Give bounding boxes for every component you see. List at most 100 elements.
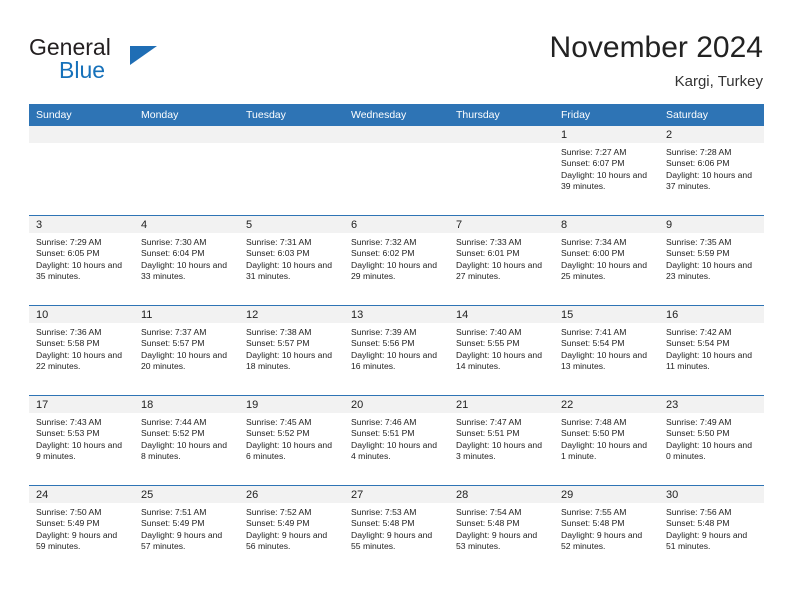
sunrise-text: Sunrise: 7:54 AM bbox=[456, 507, 522, 517]
calendar-day-cell[interactable]: 11 Sunrise: 7:37 AM Sunset: 5:57 PM Dayligh… bbox=[134, 305, 239, 396]
calendar-day-cell[interactable]: 17 Sunrise: 7:43 AM Sunset: 5:53 PM Dayligh… bbox=[29, 395, 134, 486]
calendar-day-cell[interactable]: 9 Sunrise: 7:35 AM Sunset: 5:59 PM Daylight… bbox=[659, 215, 764, 306]
sunset-text: Sunset: 6:05 PM bbox=[36, 248, 100, 259]
calendar-day-cell[interactable]: 7 Sunrise: 7:33 AM Sunset: 6:01 PM Daylight… bbox=[449, 215, 554, 306]
calendar-day-cell[interactable]: 13 Sunrise: 7:39 AM Sunset: 5:56 PM Dayligh… bbox=[344, 305, 449, 396]
day-number bbox=[449, 126, 554, 143]
day-number: 21 bbox=[449, 396, 554, 413]
sunset-text: Sunset: 5:59 PM bbox=[666, 248, 730, 259]
calendar-day-cell[interactable]: 2 Sunrise: 7:28 AM Sunset: 6:06 PM Daylight… bbox=[659, 126, 764, 216]
daylight-text: Daylight: 10 hours and 9 minutes. bbox=[36, 439, 122, 462]
calendar-day-cell[interactable]: 29 Sunrise: 7:55 AM Sunset: 5:48 PM Dayligh… bbox=[554, 485, 659, 575]
sunset-text: Sunset: 5:48 PM bbox=[351, 518, 415, 529]
daylight-text: Daylight: 10 hours and 11 minutes. bbox=[666, 349, 752, 372]
day-number: 22 bbox=[554, 396, 659, 413]
day-number bbox=[344, 126, 449, 143]
day-number: 1 bbox=[554, 126, 659, 143]
weekday-header-sunday: Sunday bbox=[29, 104, 134, 126]
calendar-day-cell-empty bbox=[239, 126, 344, 216]
day-details: Sunrise: 7:43 AM Sunset: 5:53 PM Daylight:… bbox=[29, 413, 134, 462]
day-number: 19 bbox=[239, 396, 344, 413]
daylight-text: Daylight: 10 hours and 39 minutes. bbox=[561, 169, 647, 192]
day-details: Sunrise: 7:54 AM Sunset: 5:48 PM Daylight:… bbox=[449, 503, 554, 552]
sunrise-text: Sunrise: 7:52 AM bbox=[246, 507, 312, 517]
calendar-week-row: 24 Sunrise: 7:50 AM Sunset: 5:49 PM Dayligh… bbox=[29, 485, 764, 575]
sunset-text: Sunset: 5:48 PM bbox=[666, 518, 730, 529]
day-details: Sunrise: 7:48 AM Sunset: 5:50 PM Daylight:… bbox=[554, 413, 659, 462]
day-number: 27 bbox=[344, 486, 449, 503]
day-details: Sunrise: 7:32 AM Sunset: 6:02 PM Daylight:… bbox=[344, 233, 449, 282]
sunset-text: Sunset: 6:01 PM bbox=[456, 248, 520, 259]
sunset-text: Sunset: 6:07 PM bbox=[561, 158, 625, 169]
calendar-day-cell[interactable]: 14 Sunrise: 7:40 AM Sunset: 5:55 PM Dayligh… bbox=[449, 305, 554, 396]
calendar-week-row: 1 Sunrise: 7:27 AM Sunset: 6:07 PM Daylight… bbox=[29, 126, 764, 216]
calendar-day-cell[interactable]: 28 Sunrise: 7:54 AM Sunset: 5:48 PM Dayligh… bbox=[449, 485, 554, 575]
day-number: 10 bbox=[29, 306, 134, 323]
day-number: 15 bbox=[554, 306, 659, 323]
general-blue-logo[interactable]: General Blue bbox=[29, 34, 259, 96]
daylight-text: Daylight: 10 hours and 22 minutes. bbox=[36, 349, 122, 372]
day-details: Sunrise: 7:34 AM Sunset: 6:00 PM Daylight:… bbox=[554, 233, 659, 282]
daylight-text: Daylight: 10 hours and 18 minutes. bbox=[246, 349, 332, 372]
sunrise-text: Sunrise: 7:33 AM bbox=[456, 237, 522, 247]
sunrise-text: Sunrise: 7:29 AM bbox=[36, 237, 102, 247]
daylight-text: Daylight: 10 hours and 8 minutes. bbox=[141, 439, 227, 462]
sunrise-text: Sunrise: 7:56 AM bbox=[666, 507, 732, 517]
sunrise-text: Sunrise: 7:31 AM bbox=[246, 237, 312, 247]
calendar-day-cell[interactable]: 15 Sunrise: 7:41 AM Sunset: 5:54 PM Dayligh… bbox=[554, 305, 659, 396]
day-details: Sunrise: 7:47 AM Sunset: 5:51 PM Daylight:… bbox=[449, 413, 554, 462]
daylight-text: Daylight: 10 hours and 0 minutes. bbox=[666, 439, 752, 462]
calendar-day-cell[interactable]: 19 Sunrise: 7:45 AM Sunset: 5:52 PM Dayligh… bbox=[239, 395, 344, 486]
calendar-day-cell[interactable]: 10 Sunrise: 7:36 AM Sunset: 5:58 PM Dayligh… bbox=[29, 305, 134, 396]
calendar-day-cell[interactable]: 30 Sunrise: 7:56 AM Sunset: 5:48 PM Dayligh… bbox=[659, 485, 764, 575]
day-number: 20 bbox=[344, 396, 449, 413]
calendar-day-cell[interactable]: 12 Sunrise: 7:38 AM Sunset: 5:57 PM Dayligh… bbox=[239, 305, 344, 396]
calendar-week-row: 10 Sunrise: 7:36 AM Sunset: 5:58 PM Dayligh… bbox=[29, 305, 764, 396]
day-number: 11 bbox=[134, 306, 239, 323]
calendar-day-cell[interactable]: 25 Sunrise: 7:51 AM Sunset: 5:49 PM Dayligh… bbox=[134, 485, 239, 575]
calendar-day-cell[interactable]: 20 Sunrise: 7:46 AM Sunset: 5:51 PM Dayligh… bbox=[344, 395, 449, 486]
sunset-text: Sunset: 6:00 PM bbox=[561, 248, 625, 259]
daylight-text: Daylight: 10 hours and 6 minutes. bbox=[246, 439, 332, 462]
calendar-day-cell[interactable]: 23 Sunrise: 7:49 AM Sunset: 5:50 PM Dayligh… bbox=[659, 395, 764, 486]
daylight-text: Daylight: 10 hours and 37 minutes. bbox=[666, 169, 752, 192]
day-number: 9 bbox=[659, 216, 764, 233]
calendar-day-cell[interactable]: 6 Sunrise: 7:32 AM Sunset: 6:02 PM Daylight… bbox=[344, 215, 449, 306]
calendar-day-cell[interactable]: 24 Sunrise: 7:50 AM Sunset: 5:49 PM Dayligh… bbox=[29, 485, 134, 575]
sunrise-text: Sunrise: 7:28 AM bbox=[666, 147, 732, 157]
calendar-day-cell[interactable]: 26 Sunrise: 7:52 AM Sunset: 5:49 PM Dayligh… bbox=[239, 485, 344, 575]
day-number: 17 bbox=[29, 396, 134, 413]
day-number: 14 bbox=[449, 306, 554, 323]
daylight-text: Daylight: 9 hours and 51 minutes. bbox=[666, 529, 748, 552]
sunrise-text: Sunrise: 7:45 AM bbox=[246, 417, 312, 427]
sunset-text: Sunset: 5:49 PM bbox=[36, 518, 100, 529]
sunrise-text: Sunrise: 7:37 AM bbox=[141, 327, 207, 337]
day-details: Sunrise: 7:51 AM Sunset: 5:49 PM Daylight:… bbox=[134, 503, 239, 552]
calendar-day-cell[interactable]: 21 Sunrise: 7:47 AM Sunset: 5:51 PM Dayligh… bbox=[449, 395, 554, 486]
calendar-page: General Blue November 2024 Kargi, Turkey… bbox=[0, 0, 792, 612]
sunrise-text: Sunrise: 7:42 AM bbox=[666, 327, 732, 337]
calendar-day-cell[interactable]: 8 Sunrise: 7:34 AM Sunset: 6:00 PM Daylight… bbox=[554, 215, 659, 306]
calendar-day-cell-empty bbox=[134, 126, 239, 216]
sunset-text: Sunset: 5:49 PM bbox=[246, 518, 310, 529]
day-number: 8 bbox=[554, 216, 659, 233]
daylight-text: Daylight: 10 hours and 27 minutes. bbox=[456, 259, 542, 282]
day-number: 30 bbox=[659, 486, 764, 503]
calendar-day-cell[interactable]: 18 Sunrise: 7:44 AM Sunset: 5:52 PM Dayligh… bbox=[134, 395, 239, 486]
day-details: Sunrise: 7:28 AM Sunset: 6:06 PM Daylight:… bbox=[659, 143, 764, 192]
day-details: Sunrise: 7:50 AM Sunset: 5:49 PM Daylight:… bbox=[29, 503, 134, 552]
calendar-day-cell[interactable]: 3 Sunrise: 7:29 AM Sunset: 6:05 PM Daylight… bbox=[29, 215, 134, 306]
daylight-text: Daylight: 10 hours and 29 minutes. bbox=[351, 259, 437, 282]
day-number bbox=[134, 126, 239, 143]
calendar-day-cell[interactable]: 4 Sunrise: 7:30 AM Sunset: 6:04 PM Daylight… bbox=[134, 215, 239, 306]
calendar-day-cell[interactable]: 27 Sunrise: 7:53 AM Sunset: 5:48 PM Dayligh… bbox=[344, 485, 449, 575]
day-details: Sunrise: 7:38 AM Sunset: 5:57 PM Daylight:… bbox=[239, 323, 344, 372]
sunset-text: Sunset: 5:54 PM bbox=[666, 338, 730, 349]
calendar-day-cell[interactable]: 22 Sunrise: 7:48 AM Sunset: 5:50 PM Dayligh… bbox=[554, 395, 659, 486]
calendar-day-cell[interactable]: 5 Sunrise: 7:31 AM Sunset: 6:03 PM Daylight… bbox=[239, 215, 344, 306]
day-number: 3 bbox=[29, 216, 134, 233]
calendar-day-cell[interactable]: 1 Sunrise: 7:27 AM Sunset: 6:07 PM Daylight… bbox=[554, 126, 659, 216]
calendar-day-cell[interactable]: 16 Sunrise: 7:42 AM Sunset: 5:54 PM Dayligh… bbox=[659, 305, 764, 396]
daylight-text: Daylight: 10 hours and 20 minutes. bbox=[141, 349, 227, 372]
day-number: 28 bbox=[449, 486, 554, 503]
